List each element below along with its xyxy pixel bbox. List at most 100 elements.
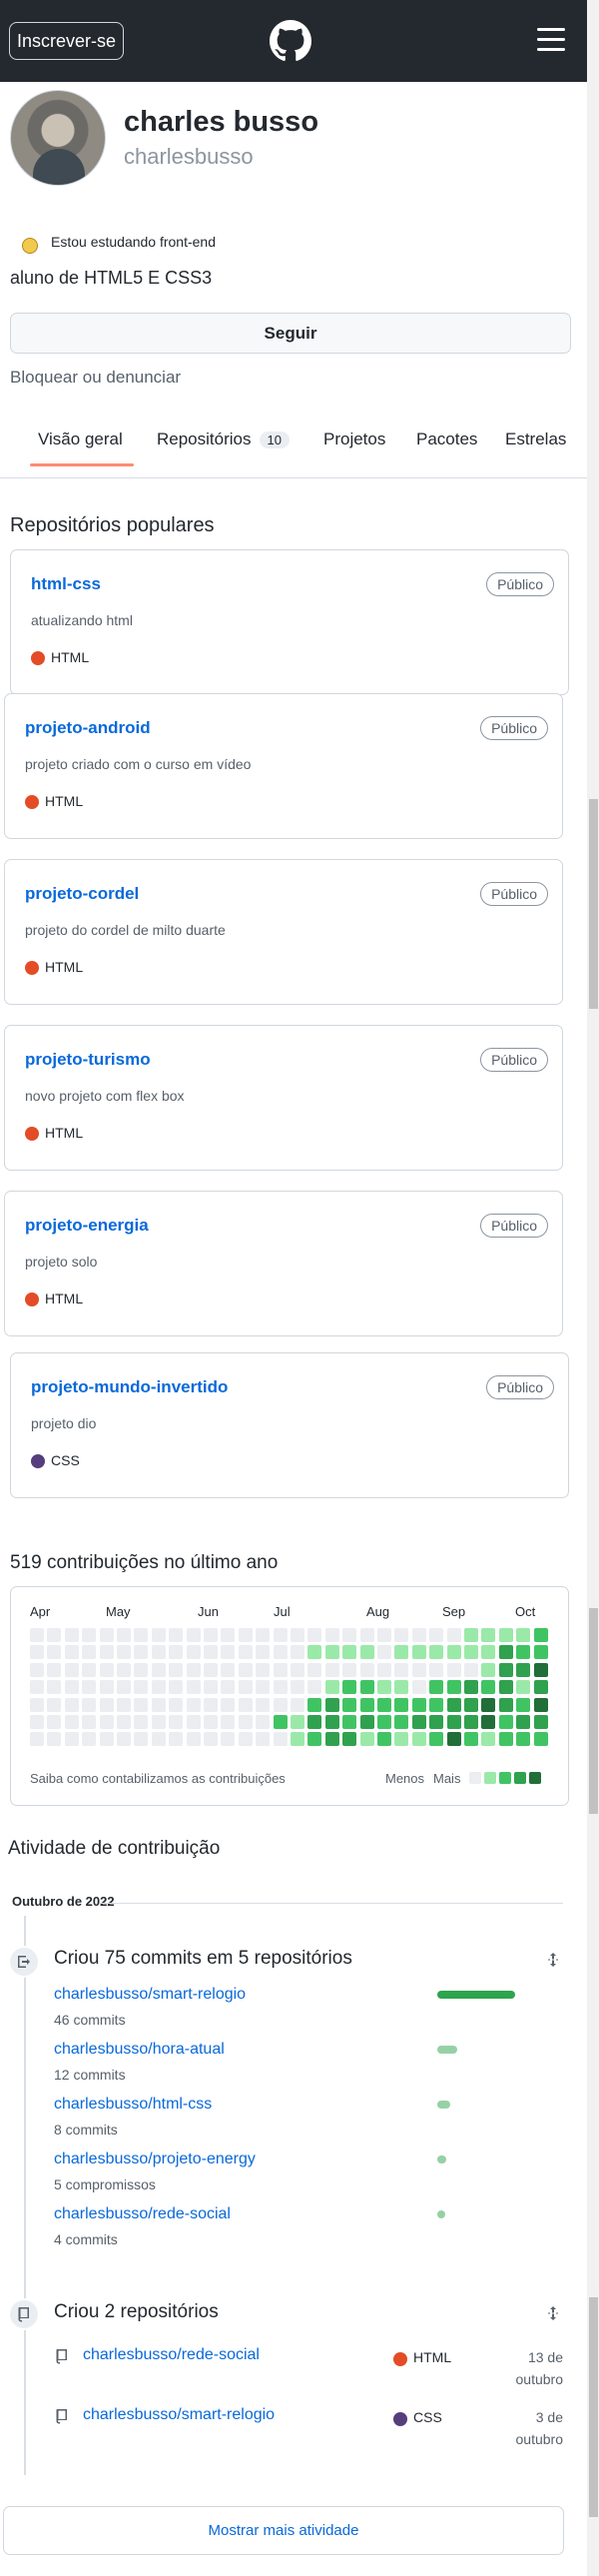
contribution-cell[interactable]	[464, 1645, 478, 1660]
created-repo-link[interactable]: charlesbusso/rede-social	[83, 2346, 260, 2364]
contribution-cell[interactable]	[99, 1732, 114, 1747]
contribution-cell[interactable]	[446, 1680, 461, 1695]
show-more-activity-button[interactable]: Mostrar mais atividade	[3, 2506, 564, 2555]
contribution-cell[interactable]	[324, 1662, 339, 1677]
contribution-cell[interactable]	[273, 1680, 288, 1695]
contribution-cell[interactable]	[464, 1662, 478, 1677]
contribution-cell[interactable]	[30, 1628, 44, 1642]
contribution-cell[interactable]	[377, 1732, 391, 1747]
contribution-cell[interactable]	[64, 1715, 79, 1729]
contribution-cell[interactable]	[307, 1697, 322, 1712]
contribution-cell[interactable]	[481, 1628, 496, 1642]
sign-up-button[interactable]: Inscrever-se	[9, 22, 124, 60]
contribution-cell[interactable]	[377, 1628, 391, 1642]
tab-repositories[interactable]: Repositórios 10	[157, 429, 290, 449]
contribution-cell[interactable]	[117, 1697, 131, 1712]
contribution-cell[interactable]	[186, 1645, 201, 1660]
contribution-cell[interactable]	[394, 1628, 409, 1642]
contribution-cell[interactable]	[342, 1697, 357, 1712]
contribution-cell[interactable]	[516, 1715, 531, 1729]
contribution-cell[interactable]	[238, 1732, 253, 1747]
contribution-cell[interactable]	[82, 1697, 97, 1712]
contribution-cell[interactable]	[498, 1662, 513, 1677]
contribution-cell[interactable]	[291, 1732, 304, 1747]
contribution-cell[interactable]	[291, 1715, 304, 1729]
contribution-cell[interactable]	[273, 1645, 288, 1660]
scrollbar-thumb[interactable]	[589, 1608, 598, 1814]
scrollbar-track[interactable]	[587, 0, 599, 2576]
contribution-cell[interactable]	[186, 1732, 201, 1747]
contribution-cell[interactable]	[498, 1732, 513, 1747]
repo-link[interactable]: projeto-cordel	[25, 884, 139, 904]
contribution-cell[interactable]	[533, 1628, 548, 1642]
contribution-cell[interactable]	[516, 1732, 531, 1747]
contribution-cell[interactable]	[221, 1662, 236, 1677]
repo-link[interactable]: projeto-turismo	[25, 1050, 151, 1070]
contribution-cell[interactable]	[324, 1680, 339, 1695]
contribution-cell[interactable]	[169, 1645, 184, 1660]
scrollbar-thumb[interactable]	[589, 2297, 598, 2517]
contribution-cell[interactable]	[342, 1680, 357, 1695]
contribution-cell[interactable]	[481, 1662, 496, 1677]
contribution-cell[interactable]	[411, 1662, 426, 1677]
contribution-cell[interactable]	[377, 1680, 391, 1695]
follow-button[interactable]: Seguir	[10, 313, 571, 354]
contribution-cell[interactable]	[256, 1680, 271, 1695]
contribution-cell[interactable]	[516, 1628, 531, 1642]
contribution-cell[interactable]	[446, 1628, 461, 1642]
contribution-cell[interactable]	[151, 1645, 166, 1660]
contribution-cell[interactable]	[291, 1628, 304, 1642]
contribution-cell[interactable]	[342, 1662, 357, 1677]
contribution-cell[interactable]	[30, 1645, 44, 1660]
contribution-cell[interactable]	[481, 1715, 496, 1729]
contribution-cell[interactable]	[117, 1662, 131, 1677]
contribution-cell[interactable]	[134, 1680, 149, 1695]
contribution-cell[interactable]	[411, 1732, 426, 1747]
created-repo-link[interactable]: charlesbusso/smart-relogio	[83, 2406, 275, 2424]
fold-icon[interactable]	[545, 1952, 561, 1968]
contribution-cell[interactable]	[169, 1662, 184, 1677]
contribution-cell[interactable]	[47, 1628, 62, 1642]
contribution-cell[interactable]	[533, 1715, 548, 1729]
contribution-cell[interactable]	[324, 1715, 339, 1729]
repo-link[interactable]: projeto-mundo-invertido	[31, 1377, 228, 1397]
contribution-cell[interactable]	[99, 1628, 114, 1642]
contribution-cell[interactable]	[324, 1645, 339, 1660]
contribution-cell[interactable]	[134, 1732, 149, 1747]
repo-link[interactable]: projeto-android	[25, 718, 151, 738]
tab-packages[interactable]: Pacotes	[416, 429, 477, 449]
contribution-cell[interactable]	[324, 1628, 339, 1642]
contribution-cell[interactable]	[411, 1628, 426, 1642]
tab-stars[interactable]: Estrelas	[505, 429, 566, 449]
contribution-cell[interactable]	[151, 1680, 166, 1695]
contribution-cell[interactable]	[377, 1662, 391, 1677]
contribution-cell[interactable]	[30, 1715, 44, 1729]
contribution-cell[interactable]	[394, 1697, 409, 1712]
contribution-cell[interactable]	[238, 1697, 253, 1712]
contribution-cell[interactable]	[359, 1715, 374, 1729]
contribution-cell[interactable]	[429, 1645, 444, 1660]
contribution-cell[interactable]	[47, 1662, 62, 1677]
contribution-cell[interactable]	[238, 1645, 253, 1660]
contribution-cell[interactable]	[151, 1628, 166, 1642]
activity-repo-link[interactable]: charlesbusso/rede-social	[54, 2205, 231, 2223]
contribution-cell[interactable]	[411, 1715, 426, 1729]
activity-repo-link[interactable]: charlesbusso/smart-relogio	[54, 1986, 246, 2004]
contribution-cell[interactable]	[99, 1645, 114, 1660]
contribution-cell[interactable]	[64, 1645, 79, 1660]
avatar[interactable]	[10, 90, 106, 186]
contribution-cell[interactable]	[446, 1715, 461, 1729]
contribution-cell[interactable]	[82, 1732, 97, 1747]
contribution-cell[interactable]	[516, 1680, 531, 1695]
contribution-cell[interactable]	[238, 1628, 253, 1642]
contribution-cell[interactable]	[47, 1732, 62, 1747]
contribution-cell[interactable]	[394, 1715, 409, 1729]
tab-overview[interactable]: Visão geral	[38, 429, 123, 449]
contribution-cell[interactable]	[151, 1697, 166, 1712]
contribution-cell[interactable]	[342, 1715, 357, 1729]
github-logo-icon[interactable]	[270, 20, 311, 62]
repo-link[interactable]: html-css	[31, 574, 101, 594]
contribution-cell[interactable]	[394, 1680, 409, 1695]
contribution-cell[interactable]	[377, 1645, 391, 1660]
contribution-cell[interactable]	[186, 1628, 201, 1642]
